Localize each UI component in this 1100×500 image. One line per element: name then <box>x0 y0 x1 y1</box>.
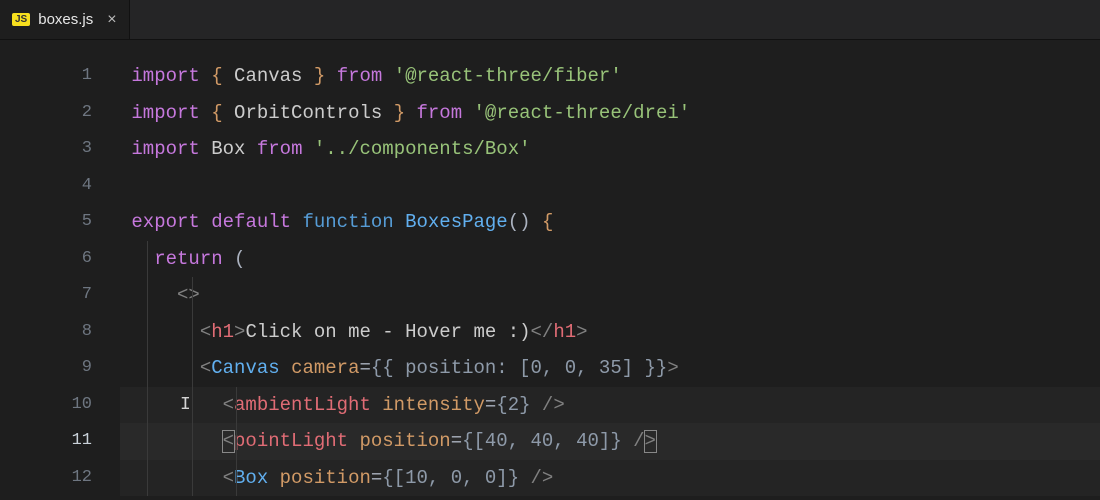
close-icon[interactable]: × <box>107 11 116 29</box>
line-number: 11 <box>0 423 120 460</box>
line-number: 5 <box>0 204 120 241</box>
line-number: 3 <box>0 131 120 168</box>
tab-bar: JS boxes.js × <box>0 0 1100 40</box>
line-number: 2 <box>0 95 120 132</box>
line-number: 10 <box>0 387 120 424</box>
selection-end-icon: > <box>644 430 657 453</box>
tab-bar-empty <box>130 0 1100 39</box>
code-line[interactable]: I <ambientLight intensity={2} /> <box>120 387 1100 424</box>
code-line[interactable]: import { OrbitControls } from '@react-th… <box>120 95 1100 132</box>
code-line[interactable]: <Box position={[10, 0, 0]} /> <box>120 460 1100 497</box>
line-number: 9 <box>0 350 120 387</box>
code-line[interactable]: <h1>Click on me - Hover me :)</h1> <box>120 314 1100 351</box>
tab-boxes-js[interactable]: JS boxes.js × <box>0 0 130 39</box>
code-line-active[interactable]: <pointLight position={[40, 40, 40]} /> <box>120 423 1100 460</box>
code-line[interactable]: return ( <box>120 241 1100 278</box>
code-area[interactable]: import { Canvas } from '@react-three/fib… <box>120 40 1100 500</box>
code-editor[interactable]: 1 2 3 4 5 6 7 8 9 10 11 12 import { Canv… <box>0 40 1100 500</box>
code-line[interactable]: import { Canvas } from '@react-three/fib… <box>120 58 1100 95</box>
code-line[interactable] <box>120 168 1100 205</box>
text-cursor-icon: I <box>180 387 191 424</box>
line-number-gutter: 1 2 3 4 5 6 7 8 9 10 11 12 <box>0 40 120 500</box>
code-line[interactable]: <Canvas camera={{ position: [0, 0, 35] }… <box>120 350 1100 387</box>
code-line[interactable]: export default function BoxesPage() { <box>120 204 1100 241</box>
code-line[interactable]: <> <box>120 277 1100 314</box>
line-number: 8 <box>0 314 120 351</box>
line-number: 7 <box>0 277 120 314</box>
line-number: 4 <box>0 168 120 205</box>
code-line[interactable]: import Box from '../components/Box' <box>120 131 1100 168</box>
js-file-icon: JS <box>12 13 30 26</box>
line-number: 1 <box>0 58 120 95</box>
tab-filename: boxes.js <box>38 11 93 28</box>
line-number: 12 <box>0 460 120 497</box>
line-number: 6 <box>0 241 120 278</box>
